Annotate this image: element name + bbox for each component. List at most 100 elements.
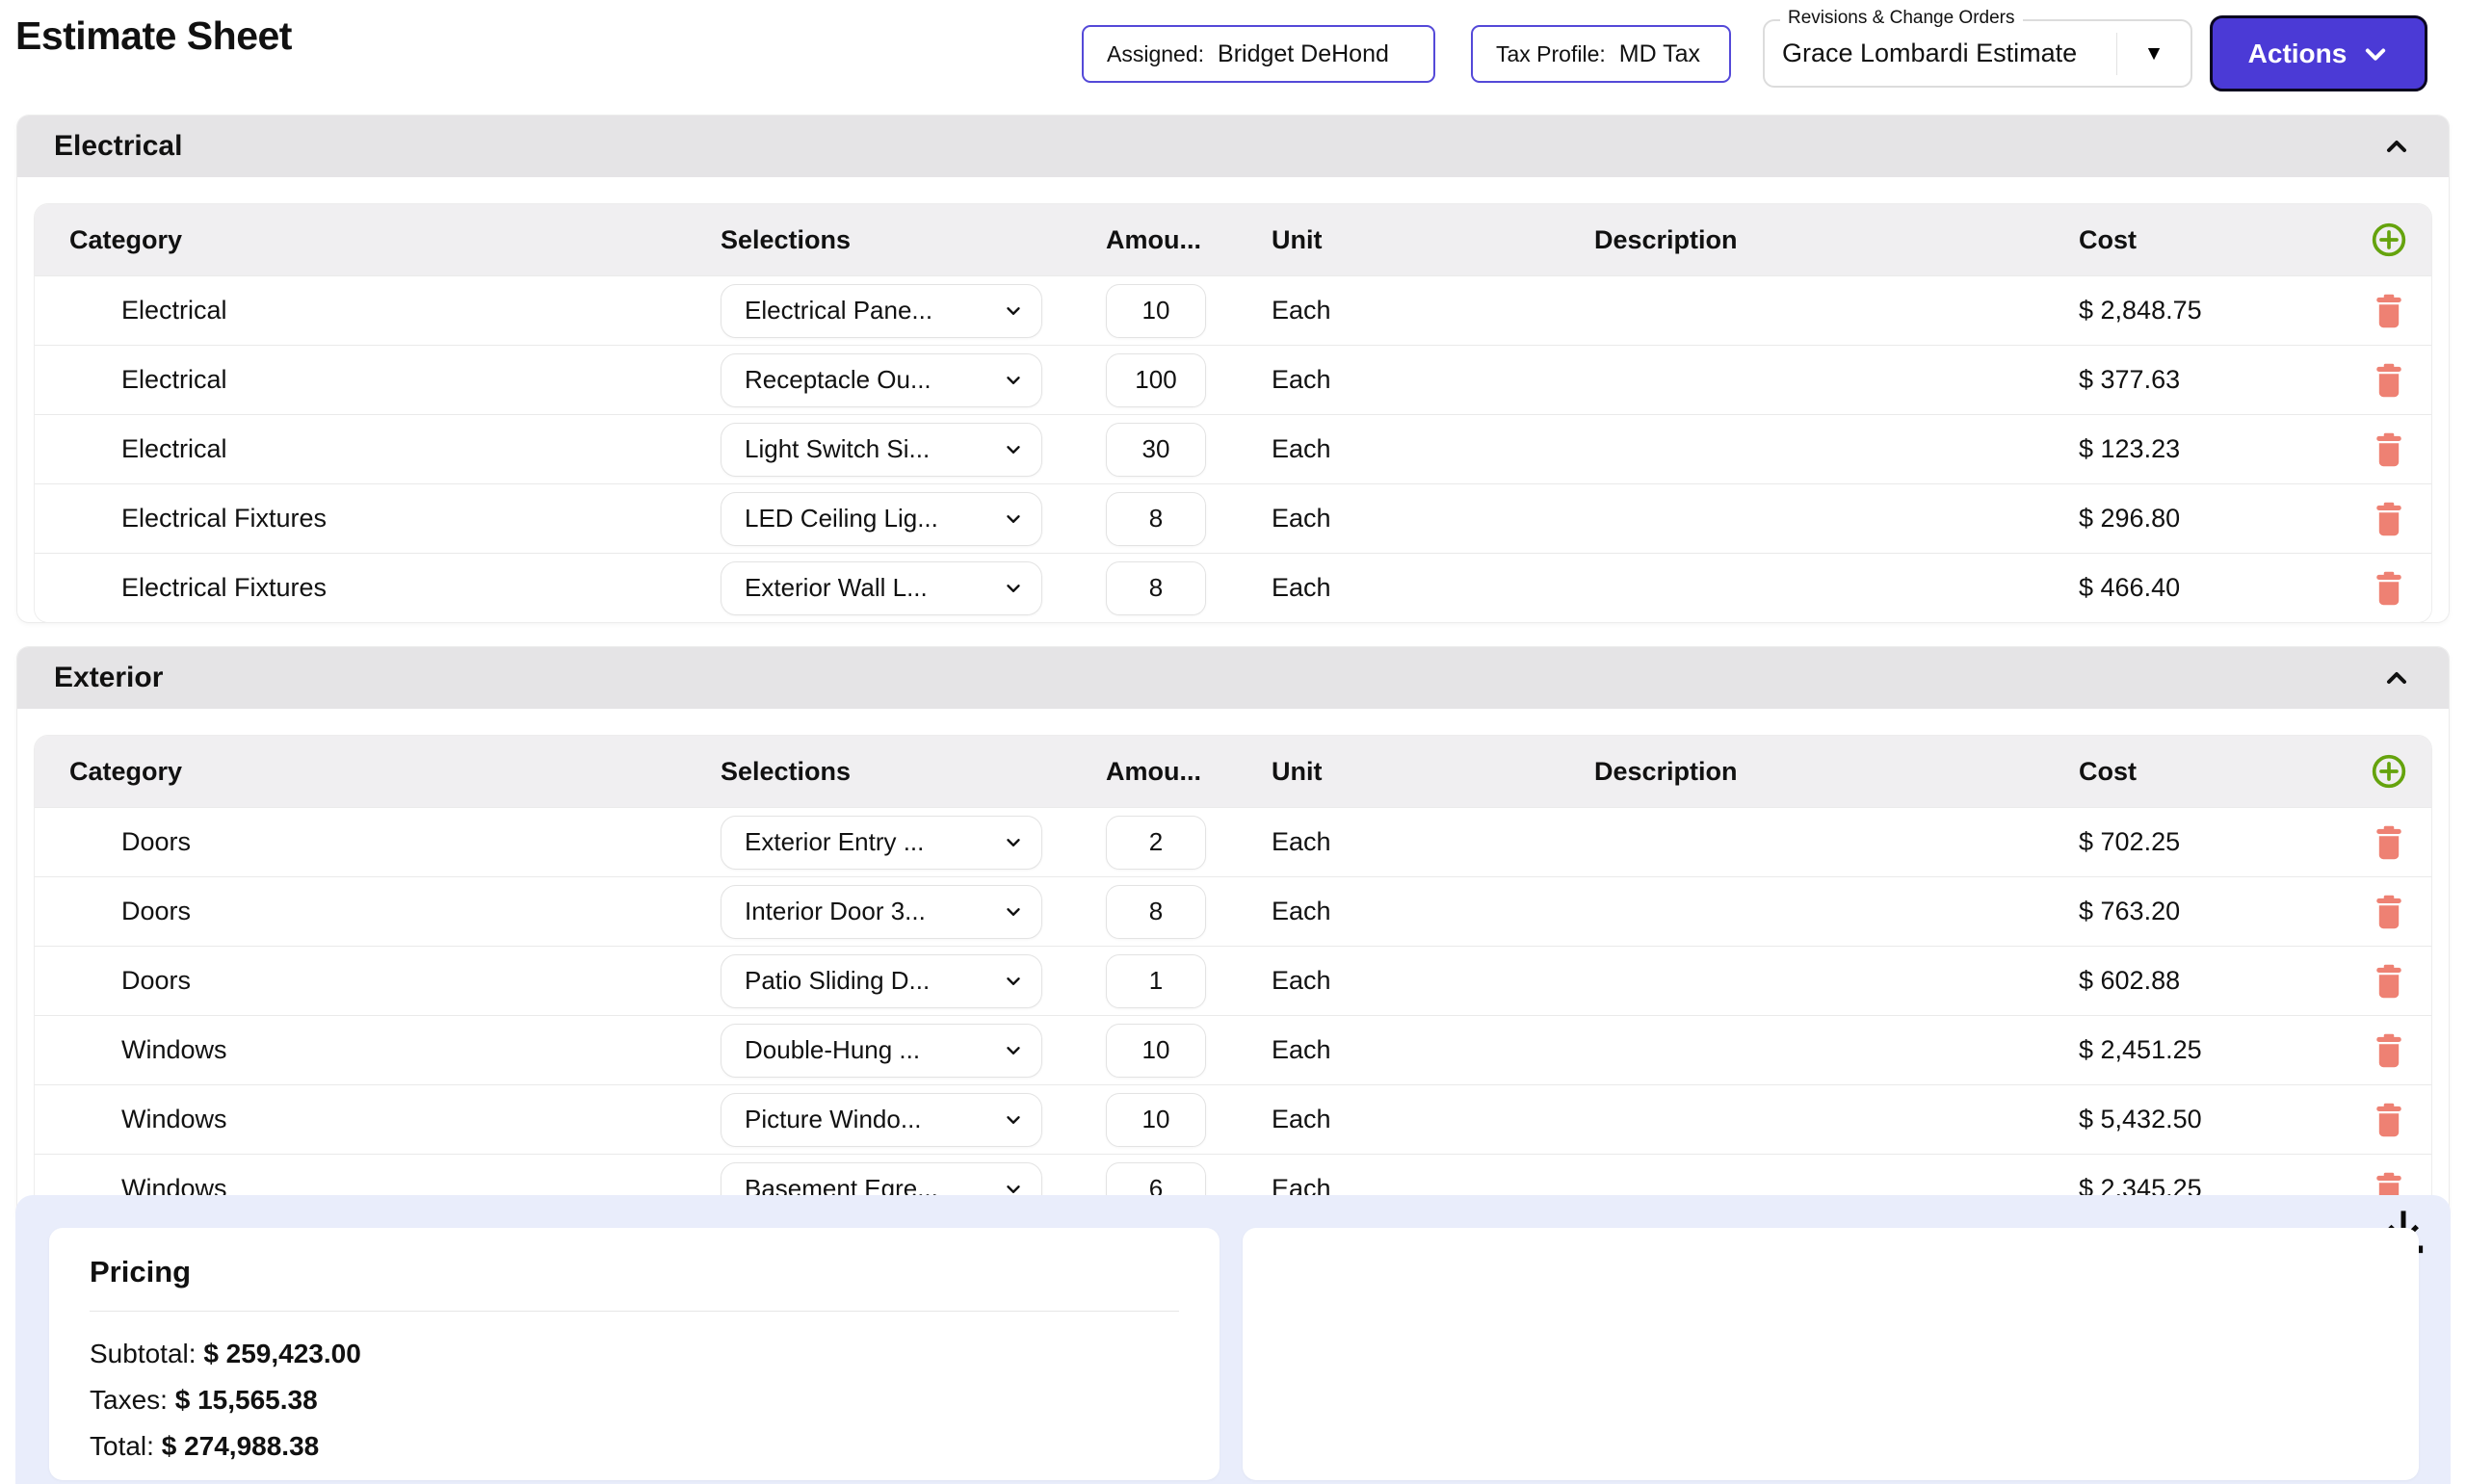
collapse-button[interactable] <box>2381 131 2412 162</box>
row-cost: $ 123.23 <box>2079 434 2347 464</box>
amount-input[interactable] <box>1106 284 1206 338</box>
column-category: Category <box>35 225 721 255</box>
selection-dropdown-value: Picture Windo... <box>745 1105 922 1134</box>
selection-dropdown-value: Light Switch Si... <box>745 434 930 464</box>
column-description: Description <box>1594 225 2079 255</box>
tax-profile-label: Tax Profile: <box>1496 41 1606 67</box>
selection-dropdown-value: Patio Sliding D... <box>745 966 930 996</box>
divider <box>90 1311 1179 1312</box>
column-unit: Unit <box>1272 225 1594 255</box>
selection-dropdown[interactable]: Double-Hung ... <box>721 1024 1042 1078</box>
amount-input[interactable] <box>1106 561 1206 615</box>
page-title: Estimate Sheet <box>15 13 292 59</box>
chevron-up-icon <box>2381 663 2412 693</box>
chevron-down-icon <box>1003 508 1024 530</box>
section-electrical: Electrical Category Selections Amou... U… <box>17 116 2449 622</box>
selection-dropdown[interactable]: LED Ceiling Lig... <box>721 492 1042 546</box>
row-category: Doors <box>35 966 721 996</box>
column-selections: Selections <box>721 757 1106 787</box>
assigned-chip[interactable]: Assigned: Bridget DeHond <box>1082 25 1435 83</box>
delete-row-button[interactable] <box>2374 432 2403 467</box>
trash-icon <box>2374 825 2403 860</box>
table-row: Doors Patio Sliding D... Each $ 602.88 <box>35 946 2431 1015</box>
row-unit: Each <box>1272 897 1594 926</box>
tax-profile-value: MD Tax <box>1619 40 1700 68</box>
section-title: Exterior <box>54 662 163 694</box>
row-cost: $ 602.88 <box>2079 966 2347 996</box>
row-unit: Each <box>1272 1105 1594 1134</box>
delete-row-button[interactable] <box>2374 571 2403 606</box>
row-cost: $ 377.63 <box>2079 365 2347 395</box>
row-cost: $ 2,848.75 <box>2079 296 2347 325</box>
amount-input[interactable] <box>1106 492 1206 546</box>
selection-dropdown[interactable]: Receptacle Ou... <box>721 353 1042 407</box>
actions-button[interactable]: Actions <box>2210 15 2427 91</box>
pricing-title: Pricing <box>90 1228 1179 1289</box>
trash-icon <box>2374 1103 2403 1137</box>
table-row: Electrical Light Switch Si... Each $ 123… <box>35 414 2431 483</box>
table-row: Windows Picture Windo... Each $ 5,432.50 <box>35 1084 2431 1154</box>
subtotal-line: Subtotal: $ 259,423.00 <box>90 1331 1179 1377</box>
amount-input[interactable] <box>1106 353 1206 407</box>
row-cost: $ 5,432.50 <box>2079 1105 2347 1134</box>
table-header-row: Category Selections Amou... Unit Descrip… <box>35 736 2431 807</box>
assigned-label: Assigned: <box>1107 41 1204 67</box>
selection-dropdown[interactable]: Picture Windo... <box>721 1093 1042 1147</box>
row-cost: $ 466.40 <box>2079 573 2347 603</box>
selection-dropdown[interactable]: Interior Door 3... <box>721 885 1042 939</box>
electrical-table: Category Selections Amou... Unit Descrip… <box>35 204 2431 622</box>
trash-icon <box>2374 1033 2403 1068</box>
section-electrical-header[interactable]: Electrical <box>17 116 2449 177</box>
section-exterior-header[interactable]: Exterior <box>17 647 2449 709</box>
table-row: Electrical Fixtures Exterior Wall L... E… <box>35 553 2431 622</box>
section-title: Electrical <box>54 130 182 163</box>
selection-dropdown-value: Interior Door 3... <box>745 897 926 926</box>
add-row-button[interactable] <box>2370 221 2408 259</box>
column-unit: Unit <box>1272 757 1594 787</box>
revisions-select-value: Grace Lombardi Estimate <box>1765 39 2116 68</box>
table-row: Electrical Receptacle Ou... Each $ 377.6… <box>35 345 2431 414</box>
amount-input[interactable] <box>1106 1093 1206 1147</box>
amount-input[interactable] <box>1106 954 1206 1008</box>
add-row-button[interactable] <box>2370 752 2408 791</box>
column-cost: Cost <box>2079 225 2347 255</box>
delete-row-button[interactable] <box>2374 294 2403 328</box>
amount-input[interactable] <box>1106 816 1206 870</box>
selection-dropdown[interactable]: Light Switch Si... <box>721 423 1042 477</box>
chevron-down-icon <box>1003 901 1024 923</box>
table-row: Electrical Electrical Pane... Each $ 2,8… <box>35 275 2431 345</box>
bottom-panel: Pricing Subtotal: $ 259,423.00 Taxes: $ … <box>15 1195 2451 1484</box>
row-cost: $ 296.80 <box>2079 504 2347 534</box>
trash-icon <box>2374 502 2403 536</box>
chevron-down-icon <box>1003 832 1024 853</box>
row-cost: $ 2,451.25 <box>2079 1035 2347 1065</box>
delete-row-button[interactable] <box>2374 502 2403 536</box>
dropdown-triangle-icon: ▼ <box>2117 42 2191 65</box>
estimate-sections: Electrical Category Selections Amou... U… <box>0 108 2466 1223</box>
revisions-select[interactable]: Revisions & Change Orders Grace Lombardi… <box>1763 19 2192 88</box>
row-unit: Each <box>1272 504 1594 534</box>
selection-dropdown[interactable]: Exterior Entry ... <box>721 816 1042 870</box>
total-value: $ 274,988.38 <box>162 1431 320 1461</box>
total-line: Total: $ 274,988.38 <box>90 1423 1179 1470</box>
selection-dropdown[interactable]: Electrical Pane... <box>721 284 1042 338</box>
delete-row-button[interactable] <box>2374 1103 2403 1137</box>
tax-profile-chip[interactable]: Tax Profile: MD Tax <box>1471 25 1731 83</box>
amount-input[interactable] <box>1106 1024 1206 1078</box>
delete-row-button[interactable] <box>2374 363 2403 398</box>
amount-input[interactable] <box>1106 885 1206 939</box>
selection-dropdown[interactable]: Exterior Wall L... <box>721 561 1042 615</box>
row-category: Windows <box>35 1105 721 1134</box>
delete-row-button[interactable] <box>2374 964 2403 999</box>
chevron-down-icon <box>1003 300 1024 322</box>
selection-dropdown[interactable]: Patio Sliding D... <box>721 954 1042 1008</box>
delete-row-button[interactable] <box>2374 895 2403 929</box>
amount-input[interactable] <box>1106 423 1206 477</box>
delete-row-button[interactable] <box>2374 825 2403 860</box>
collapse-button[interactable] <box>2381 663 2412 693</box>
table-row: Windows Double-Hung ... Each $ 2,451.25 <box>35 1015 2431 1084</box>
selection-dropdown-value: LED Ceiling Lig... <box>745 504 938 534</box>
delete-row-button[interactable] <box>2374 1033 2403 1068</box>
electrical-rows: Electrical Electrical Pane... Each $ 2,8… <box>35 275 2431 622</box>
trash-icon <box>2374 363 2403 398</box>
